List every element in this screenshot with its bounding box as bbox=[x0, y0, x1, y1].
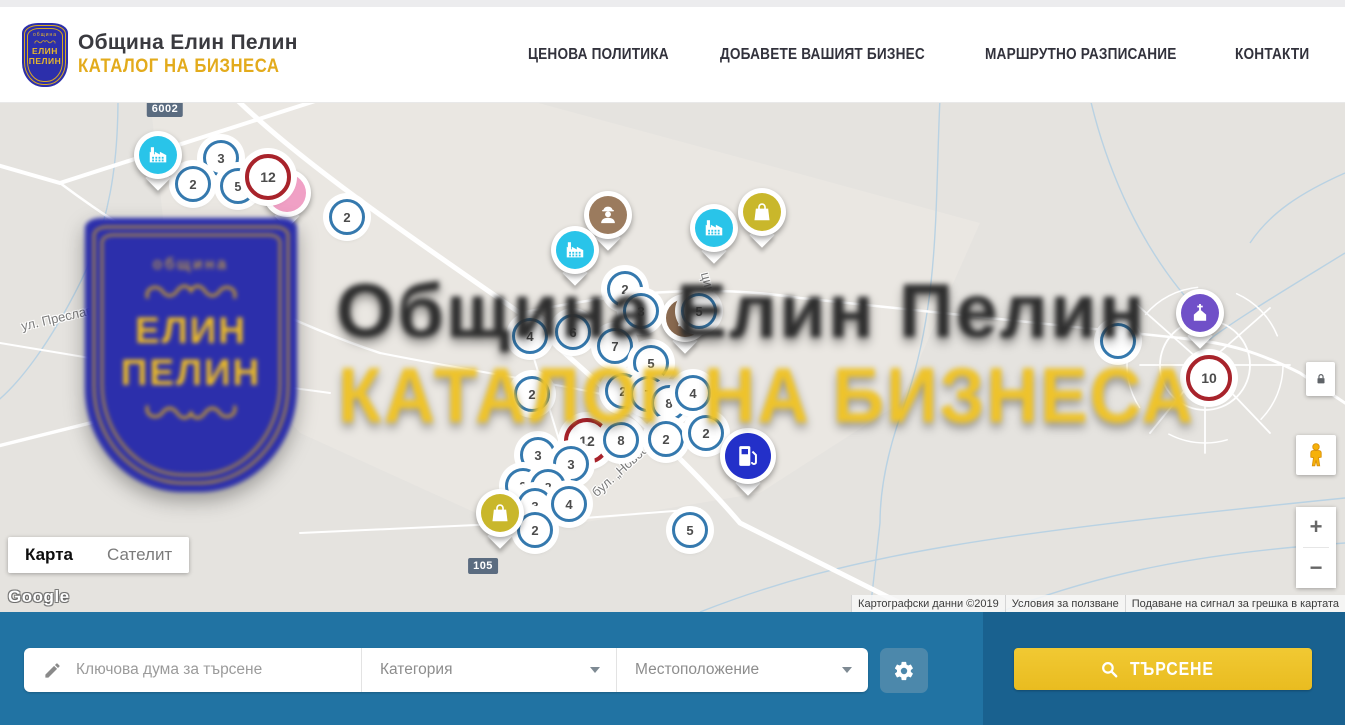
category-dropdown-label: Категория bbox=[380, 661, 452, 679]
pegman-control[interactable] bbox=[1296, 435, 1336, 475]
church-icon bbox=[1181, 294, 1219, 332]
pencil-icon bbox=[43, 661, 62, 680]
cluster-marker[interactable]: 12 bbox=[245, 154, 291, 200]
cluster-marker[interactable]: 4 bbox=[551, 486, 587, 522]
map-viewport[interactable]: ул. Преславбул. „Новоселции6002105 32512… bbox=[0, 103, 1345, 612]
search-button[interactable]: ТЪРСЕНЕ bbox=[1014, 648, 1312, 690]
pin-head bbox=[551, 226, 599, 274]
category-dropdown[interactable]: Категория bbox=[361, 648, 616, 692]
emblem-name-line1: ЕЛИН bbox=[32, 46, 58, 56]
zoom-out-button[interactable]: − bbox=[1296, 548, 1336, 588]
search-bar: Категория Местоположение ТЪРСЕНЕ bbox=[0, 612, 1345, 725]
pin-head bbox=[134, 131, 182, 179]
bag-icon bbox=[743, 193, 781, 231]
watermark-subtitle: КАТАЛОГ НА БИЗНЕСА bbox=[338, 350, 1195, 441]
road-number-badge: 105 bbox=[468, 558, 498, 574]
chevron-down-icon bbox=[842, 667, 852, 673]
street-view-lock-button[interactable] bbox=[1306, 362, 1335, 396]
nav-item[interactable]: МАРШРУТНО РАЗПИСАНИЕ bbox=[985, 46, 1177, 64]
site-header: община ЕЛИН ПЕЛИН Община Елин Пелин КАТА… bbox=[0, 7, 1345, 103]
keyword-field bbox=[24, 648, 361, 692]
factory-icon bbox=[556, 231, 594, 269]
watermark-title: Община Елин Пелин bbox=[336, 268, 1147, 355]
watermark-emblem-top-text: община bbox=[153, 256, 229, 274]
main-nav: ЦЕНОВА ПОЛИТИКА ДОБАВЕТЕ ВАШИЯТ БИЗНЕС МАР… bbox=[528, 46, 1319, 64]
location-dropdown-label: Местоположение bbox=[635, 661, 759, 679]
worker-icon bbox=[589, 196, 627, 234]
map-type-map-button[interactable]: Карта bbox=[8, 537, 90, 573]
pin-head bbox=[738, 188, 786, 236]
emblem-ornament-icon bbox=[143, 400, 239, 424]
keyword-search-input[interactable] bbox=[74, 660, 328, 680]
gear-icon bbox=[893, 660, 915, 682]
watermark-emblem-name-line1: ЕЛИН bbox=[135, 310, 247, 352]
advanced-search-settings-button[interactable] bbox=[880, 648, 928, 693]
watermark-emblem: община ЕЛИН ПЕЛИН bbox=[85, 218, 297, 492]
lock-icon bbox=[1314, 371, 1328, 387]
emblem-name-line2: ПЕЛИН bbox=[29, 56, 62, 66]
site-title: Община Елин Пелин bbox=[78, 31, 307, 55]
brand-text: Община Елин Пелин КАТАЛОГ НА БИЗНЕСА bbox=[78, 31, 307, 78]
factory-icon bbox=[695, 209, 733, 247]
nav-item[interactable]: КОНТАКТИ bbox=[1235, 46, 1309, 64]
search-button-panel: ТЪРСЕНЕ bbox=[983, 612, 1345, 725]
zoom-in-button[interactable]: + bbox=[1296, 507, 1336, 547]
search-fields-group: Категория Местоположение bbox=[24, 648, 868, 692]
map-type-control: Карта Сателит bbox=[8, 537, 189, 573]
chevron-down-icon bbox=[590, 667, 600, 673]
emblem-top-text: община bbox=[33, 32, 57, 38]
factory-icon bbox=[139, 136, 177, 174]
pin-head bbox=[1176, 289, 1224, 337]
page-top-strip bbox=[0, 0, 1345, 7]
cluster-marker[interactable]: 2 bbox=[175, 166, 211, 202]
road-number-badge: 6002 bbox=[147, 103, 183, 117]
cluster-marker[interactable]: 5 bbox=[672, 512, 708, 548]
location-dropdown[interactable]: Местоположение bbox=[616, 648, 868, 692]
attribution-link[interactable]: Условия за ползване bbox=[1005, 595, 1125, 612]
municipality-emblem-logo: община ЕЛИН ПЕЛИН bbox=[22, 23, 68, 87]
attribution-link[interactable]: Подаване на сигнал за грешка в картата bbox=[1125, 595, 1345, 612]
site-brand[interactable]: община ЕЛИН ПЕЛИН Община Елин Пелин КАТА… bbox=[22, 23, 307, 87]
map-attribution: Картографски данни ©2019Условия за ползв… bbox=[851, 595, 1345, 612]
search-button-label: ТЪРСЕНЕ bbox=[1130, 659, 1214, 680]
pegman-icon bbox=[1303, 440, 1329, 470]
map-type-satellite-button[interactable]: Сателит bbox=[90, 537, 189, 573]
zoom-control: + − bbox=[1296, 507, 1336, 588]
site-subtitle: КАТАЛОГ НА БИЗНЕСА bbox=[78, 56, 280, 78]
pin-head bbox=[476, 489, 524, 537]
nav-item[interactable]: ЦЕНОВА ПОЛИТИКА bbox=[528, 46, 669, 64]
search-icon bbox=[1100, 660, 1119, 679]
bag-icon bbox=[481, 494, 519, 532]
pin-head bbox=[690, 204, 738, 252]
google-logo[interactable]: Google bbox=[8, 587, 70, 607]
watermark-emblem-name-line2: ПЕЛИН bbox=[121, 352, 262, 394]
attribution-text: Картографски данни ©2019 bbox=[851, 595, 1005, 612]
cluster-marker[interactable]: 2 bbox=[329, 199, 365, 235]
nav-item[interactable]: ДОБАВЕТЕ ВАШИЯТ БИЗНЕС bbox=[720, 46, 925, 64]
emblem-ornament-icon bbox=[143, 280, 239, 304]
emblem-ornament-icon bbox=[34, 39, 56, 45]
